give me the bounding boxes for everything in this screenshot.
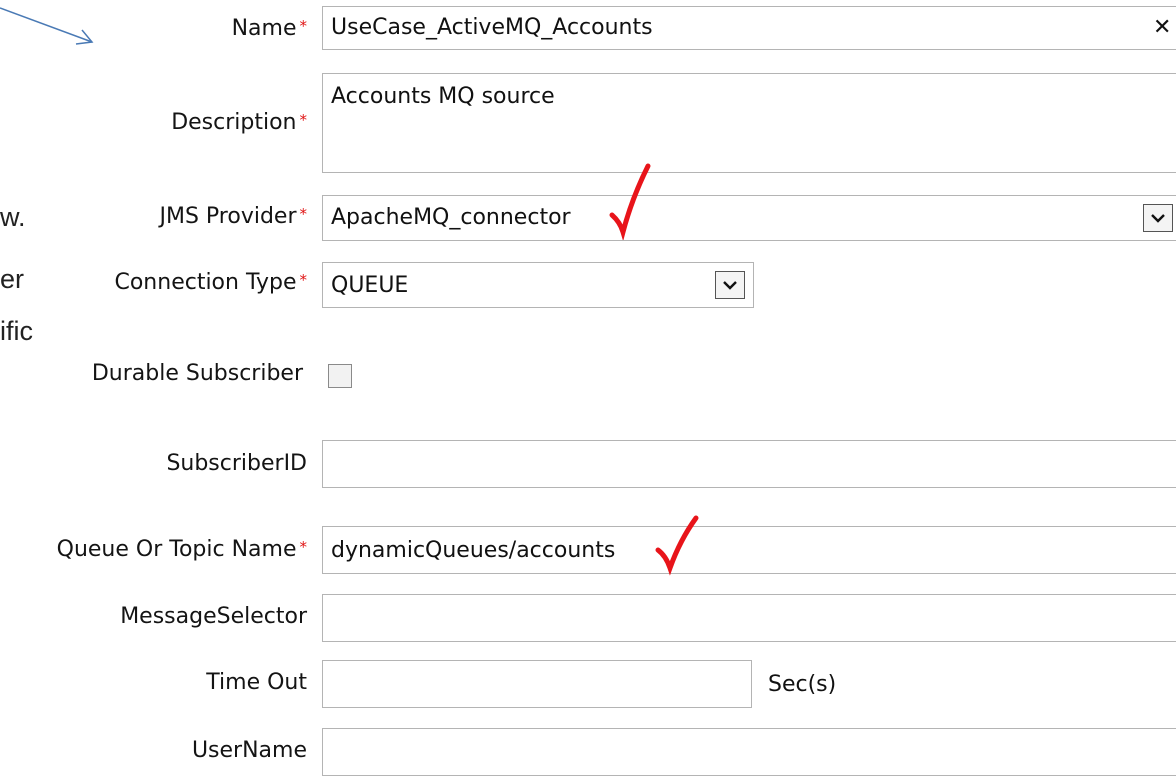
connection-type-value: QUEUE (331, 273, 409, 298)
side-text-2: er (0, 264, 25, 294)
chevron-down-icon (723, 281, 737, 290)
time-out-label: Time Out (206, 670, 307, 695)
checkmark-icon (609, 163, 651, 240)
side-text-1: w. (0, 202, 26, 232)
clear-icon[interactable]: ✕ (1153, 15, 1171, 40)
description-value: Accounts MQ source (331, 84, 555, 109)
chevron-down-icon (1151, 214, 1165, 223)
jms-provider-label: JMS Provider * (159, 204, 307, 229)
pointer-arrow-icon (0, 7, 94, 45)
name-input[interactable]: UseCase_ActiveMQ_Accounts ✕ (322, 6, 1176, 50)
connection-type-select[interactable]: QUEUE (322, 262, 754, 308)
durable-subscriber-checkbox[interactable] (328, 364, 352, 388)
description-textarea[interactable]: Accounts MQ source (322, 73, 1176, 173)
durable-subscriber-label: Durable Subscriber (91, 361, 303, 386)
jms-provider-dropdown-button[interactable] (1143, 204, 1173, 232)
side-text-3: ific (0, 316, 33, 346)
message-selector-input[interactable] (322, 594, 1176, 642)
message-selector-label: MessageSelector (120, 604, 307, 629)
description-label: Description * (171, 110, 307, 135)
connection-type-label: Connection Type * (114, 270, 307, 295)
jms-provider-value: ApacheMQ_connector (331, 205, 571, 230)
connection-type-dropdown-button[interactable] (715, 271, 745, 299)
name-value: UseCase_ActiveMQ_Accounts (331, 15, 653, 40)
jms-provider-select[interactable]: ApacheMQ_connector (322, 195, 1176, 241)
queue-topic-value: dynamicQueues/accounts (331, 538, 616, 563)
subscriber-id-input[interactable] (322, 440, 1176, 488)
queue-topic-label: Queue Or Topic Name * (56, 537, 307, 562)
username-label: UserName (191, 738, 307, 763)
queue-topic-input[interactable]: dynamicQueues/accounts (322, 526, 1176, 574)
time-out-unit: Sec(s) (768, 672, 837, 697)
time-out-input[interactable] (322, 660, 752, 708)
name-label: Name * (231, 16, 307, 41)
subscriber-id-label: SubscriberID (166, 451, 307, 476)
checkmark-icon (655, 515, 699, 576)
